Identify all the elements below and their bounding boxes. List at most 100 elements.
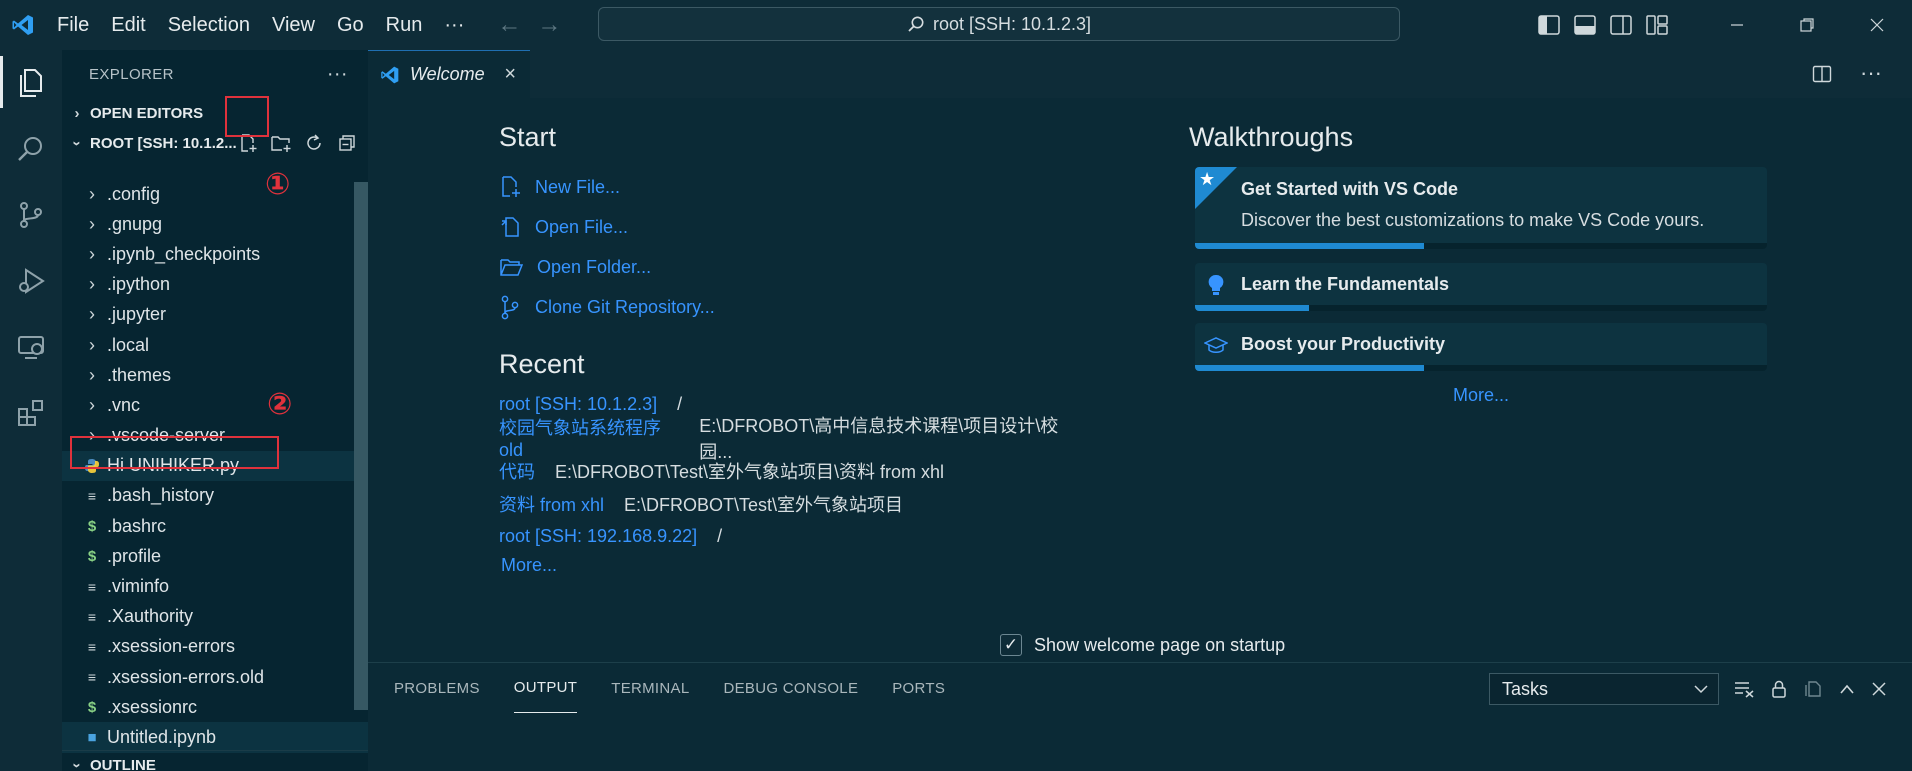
menu-run[interactable]: Run	[375, 0, 434, 50]
customize-layout-icon[interactable]	[1646, 15, 1668, 35]
tree-file[interactable]: $ .xsessionrc	[62, 692, 368, 722]
tree-file[interactable]: ≡ .xsession-errors.old	[62, 662, 368, 692]
recent-item-link[interactable]: 代码	[499, 458, 535, 484]
tree-folder[interactable]: › .themes	[62, 360, 368, 390]
source-control-activity[interactable]	[0, 182, 62, 248]
split-editor-icon[interactable]	[1812, 64, 1832, 84]
chevron-down-icon: ›	[68, 763, 86, 768]
command-center-label: root [SSH: 10.1.2.3]	[932, 13, 1092, 34]
maximize-panel-icon[interactable]	[1839, 683, 1855, 695]
tree-file[interactable]: ≡ .Xauthority	[62, 602, 368, 632]
tree-item-label: Untitled.ipynb	[107, 726, 217, 747]
minimize-button[interactable]	[1702, 0, 1772, 50]
tab-welcome[interactable]: Welcome ×	[368, 50, 530, 98]
menu-edit[interactable]: Edit	[100, 0, 156, 50]
open-file-link[interactable]: Open File...	[499, 207, 1079, 247]
toggle-primary-sidebar-icon[interactable]	[1538, 15, 1560, 35]
tree-folder[interactable]: › .jupyter	[62, 300, 368, 330]
tree-folder[interactable]: › .ipynb_checkpoints	[62, 239, 368, 269]
chevron-right-icon: ›	[89, 213, 95, 234]
extensions-activity[interactable]	[0, 380, 62, 446]
root-folder-section[interactable]: › ROOT [SSH: 10.1.2...	[62, 128, 368, 158]
new-folder-button[interactable]	[269, 131, 293, 155]
clone-git-link[interactable]: Clone Git Repository...	[499, 287, 1079, 327]
walkthroughs-more-link[interactable]: More...	[1191, 385, 1771, 406]
tree-file[interactable]: ■ Untitled.ipynb	[62, 722, 368, 753]
explorer-activity[interactable]	[0, 50, 62, 116]
tree-folder[interactable]: › .config	[62, 179, 368, 209]
recent-item-link[interactable]: root [SSH: 192.168.9.22]	[499, 526, 697, 547]
open-folder-label: Open Folder...	[537, 256, 652, 277]
tree-folder[interactable]: › .local	[62, 330, 368, 360]
show-on-startup-checkbox[interactable]: ✓	[1000, 634, 1022, 656]
explorer-header: EXPLORER ···	[62, 50, 368, 98]
open-folder-link[interactable]: Open Folder...	[499, 247, 1079, 287]
remote-explorer-activity[interactable]	[0, 314, 62, 380]
recent-item-link[interactable]: 校园气象站系统程序old	[499, 414, 679, 461]
vscode-logo-icon	[0, 0, 46, 50]
sidebar-scrollbar[interactable]	[354, 182, 368, 710]
text-file-icon: ≡	[87, 487, 97, 504]
chevron-right-icon: ›	[89, 183, 95, 204]
recent-item-link[interactable]: root [SSH: 10.1.2.3]	[499, 394, 657, 415]
outline-section[interactable]: › OUTLINE	[62, 750, 368, 771]
explorer-more-icon[interactable]: ···	[327, 63, 348, 86]
chevron-right-icon: ›	[89, 364, 95, 385]
tree-folder[interactable]: › .gnupg	[62, 209, 368, 239]
menu-selection[interactable]: Selection	[157, 0, 261, 50]
back-arrow-icon[interactable]: ←	[497, 11, 521, 39]
restore-button[interactable]	[1772, 0, 1842, 50]
forward-arrow-icon[interactable]: →	[537, 11, 561, 39]
refresh-button[interactable]	[302, 131, 326, 155]
recent-more-link[interactable]: More...	[501, 555, 1079, 576]
menu-go[interactable]: Go	[326, 0, 375, 50]
clear-output-icon[interactable]	[1734, 680, 1754, 698]
recent-item-path: E:\DFROBOT\Test\室外气象站项目	[624, 494, 904, 515]
tree-folder[interactable]: › .ipython	[62, 270, 368, 300]
toggle-panel-icon[interactable]	[1574, 15, 1596, 35]
chevron-right-icon: ›	[74, 104, 80, 122]
tree-file[interactable]: $ .bashrc	[62, 511, 368, 541]
walkthrough-fundamentals[interactable]: Learn the Fundamentals	[1195, 263, 1767, 311]
output-channel-select[interactable]: Tasks	[1489, 673, 1719, 705]
tab-terminal[interactable]: TERMINAL	[611, 663, 689, 713]
tab-output[interactable]: OUTPUT	[513, 663, 578, 713]
tree-file[interactable]: $ .profile	[62, 541, 368, 571]
shell-file-icon: $	[87, 517, 97, 535]
toggle-secondary-sidebar-icon[interactable]	[1610, 15, 1632, 35]
menu-view[interactable]: View	[261, 0, 326, 50]
walkthrough-productivity[interactable]: Boost your Productivity	[1195, 323, 1767, 371]
search-activity[interactable]	[0, 116, 62, 182]
tree-file[interactable]: ≡ .viminfo	[62, 571, 368, 601]
recent-list: root [SSH: 10.1.2.3] / 校园气象站系统程序old E:\DFRO…	[499, 388, 1079, 553]
lock-icon[interactable]	[1771, 680, 1787, 698]
chevron-down-icon: ›	[68, 140, 86, 146]
recent-item-path: /	[717, 526, 723, 546]
chevron-right-icon: ›	[89, 394, 95, 415]
menu-more[interactable]: ···	[433, 0, 475, 50]
menu-file[interactable]: File	[46, 0, 100, 50]
collapse-all-button[interactable]	[335, 131, 359, 155]
extensions-icon	[18, 400, 43, 426]
close-tab-icon[interactable]: ×	[504, 63, 516, 86]
open-log-file-icon[interactable]	[1804, 680, 1822, 698]
tab-ports[interactable]: PORTS	[892, 663, 945, 713]
new-file-link[interactable]: New File...	[499, 167, 1079, 207]
tree-file[interactable]: ≡ .xsession-errors	[62, 632, 368, 662]
walkthrough-title: Boost your Productivity	[1241, 334, 1446, 354]
recent-item-link[interactable]: 资料 from xhl	[499, 491, 604, 517]
tab-problems[interactable]: PROBLEMS	[394, 663, 480, 713]
editor-more-icon[interactable]: ···	[1860, 60, 1882, 86]
run-debug-activity[interactable]	[0, 248, 62, 314]
command-center[interactable]: root [SSH: 10.1.2.3]	[598, 7, 1400, 41]
close-panel-icon[interactable]	[1872, 682, 1886, 696]
walkthrough-get-started[interactable]: ★ Get Started with VS Code Discover the …	[1195, 167, 1767, 249]
recent-item: root [SSH: 192.168.9.22] /	[499, 520, 1079, 553]
close-window-button[interactable]	[1842, 0, 1912, 50]
tab-debug-console[interactable]: DEBUG CONSOLE	[723, 663, 858, 713]
tree-file[interactable]: ≡ .bash_history	[62, 481, 368, 511]
open-editors-section[interactable]: › OPEN EDITORS	[62, 98, 368, 128]
tree-folder[interactable]: › .vnc	[62, 390, 368, 420]
annotation-marker-2: ②	[267, 388, 293, 421]
panel-actions	[1734, 673, 1886, 705]
